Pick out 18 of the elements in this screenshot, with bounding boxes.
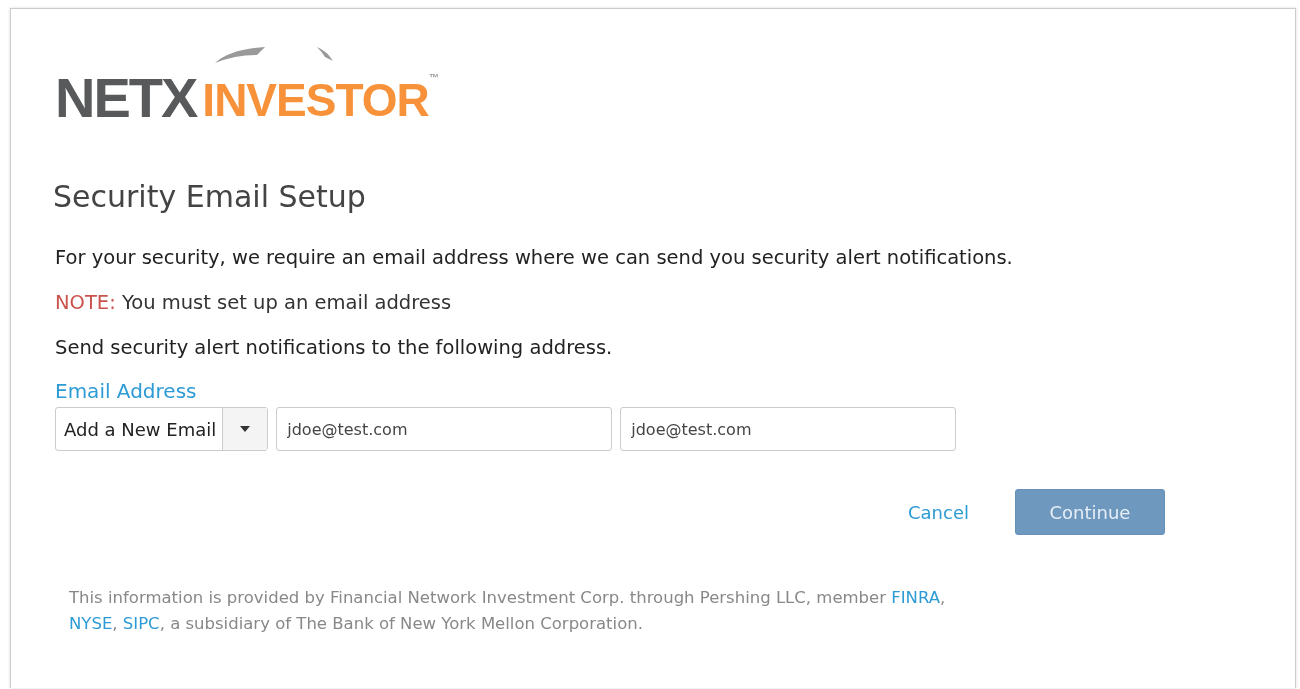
cancel-link[interactable]: Cancel: [908, 501, 969, 523]
note-label: NOTE:: [55, 291, 116, 314]
logo-text: NETX: [55, 65, 197, 131]
email-dropdown[interactable]: Add a New Email: [55, 407, 269, 451]
email-field[interactable]: jdoe@test.com: [276, 407, 613, 451]
footer-link[interactable]: NYSE: [69, 614, 113, 633]
footer-link[interactable]: FINRA: [891, 588, 941, 607]
instruction-text: Send security alert notifications to the following address.: [55, 336, 614, 359]
trademark-text: ™: [428, 71, 439, 84]
field-label: Email Address: [55, 379, 198, 403]
note-text: You must set up an email address: [121, 291, 452, 314]
intro-text: For your security, we require an email address where we can send you security alert notifications.: [55, 246, 1014, 269]
footer-link[interactable]: SIPC: [122, 614, 160, 633]
caret-icon: [240, 426, 251, 432]
disclaimer-text: This information is provided by Financial Network Investment Corp. through Pershing LLC, member FINRA, NYSE, SIPC, a subsidiary of The Bank of New York Mellon Corporation.: [69, 587, 947, 635]
page-title: Security Email Setup: [53, 179, 367, 214]
logo-text: INVESTOR: [202, 73, 429, 128]
email-field[interactable]: jdoe@test.com: [620, 407, 957, 451]
